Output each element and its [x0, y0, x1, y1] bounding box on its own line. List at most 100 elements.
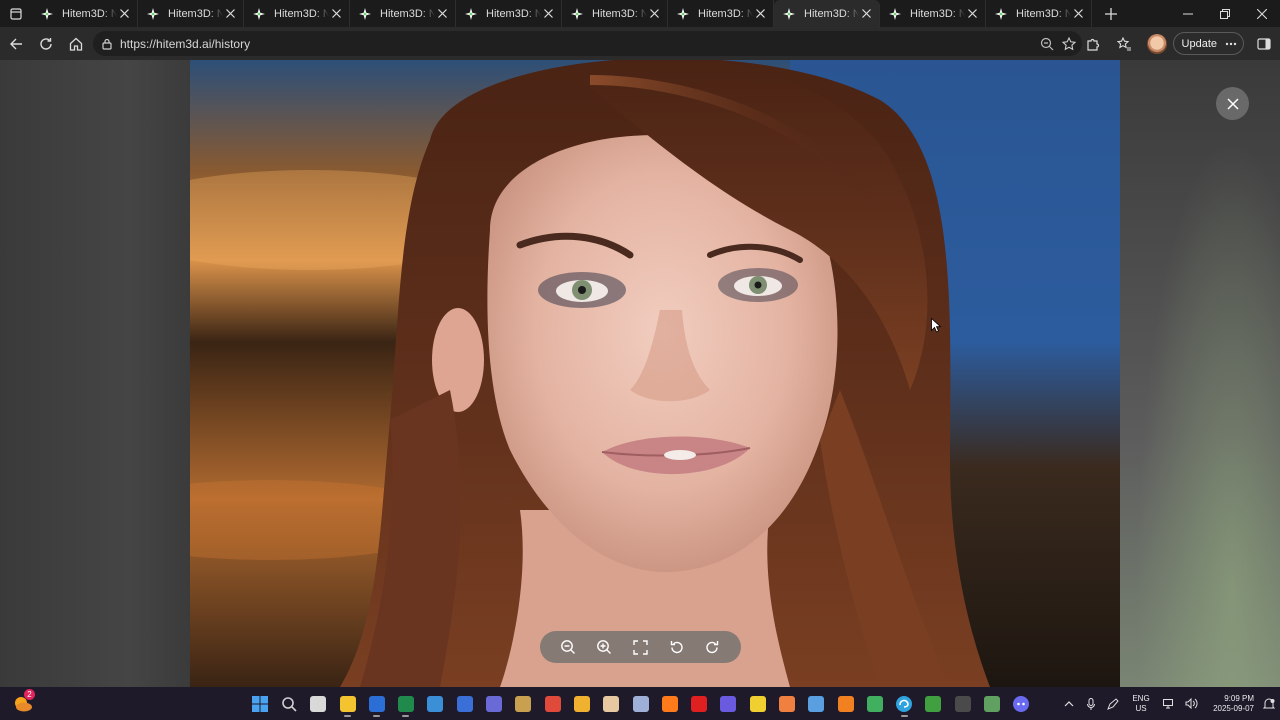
- update-button[interactable]: Update: [1172, 32, 1244, 55]
- tab-close-button[interactable]: [435, 7, 449, 21]
- rotate-right-button[interactable]: [700, 634, 726, 660]
- favorites-button[interactable]: [1109, 27, 1141, 60]
- language-indicator[interactable]: ENG US: [1124, 694, 1158, 714]
- minimize-button[interactable]: [1169, 0, 1206, 27]
- tab-close-button[interactable]: [753, 7, 767, 21]
- microphone-button[interactable]: [1080, 687, 1102, 720]
- taskbar-app-discord[interactable]: [1007, 690, 1036, 717]
- network-button[interactable]: [1158, 687, 1180, 720]
- taskbar-app-downloader[interactable]: [450, 690, 479, 717]
- tab-list: Hitem3D: Next Hitem3D: Next Hitem3D: Next H…: [32, 0, 1092, 27]
- refresh-button[interactable]: [31, 30, 60, 58]
- address-url[interactable]: https://hitem3d.ai/history: [120, 37, 250, 51]
- zoom-icon[interactable]: [1040, 37, 1054, 51]
- notifications-button[interactable]: [1258, 687, 1280, 720]
- taskbar-app-notepad[interactable]: [626, 690, 655, 717]
- taskbar-app-app-news[interactable]: [479, 690, 508, 717]
- fullscreen-button[interactable]: [627, 634, 653, 660]
- star-icon[interactable]: [1062, 36, 1076, 51]
- taskbar-app-edge[interactable]: [890, 690, 919, 717]
- browser-tab[interactable]: Hitem3D: Next: [456, 0, 562, 27]
- word-icon: [368, 695, 385, 712]
- taskbar-app-search[interactable]: [274, 690, 303, 717]
- tab-title: Hitem3D: Next: [168, 7, 223, 20]
- tab-close-button[interactable]: [859, 7, 873, 21]
- tab-close-button[interactable]: [1071, 7, 1085, 21]
- close-window-button[interactable]: [1243, 0, 1280, 27]
- edge-icon: [896, 695, 913, 712]
- browser-tab[interactable]: Hitem3D: Next: [562, 0, 668, 27]
- taskbar-app-app-green-doc[interactable]: [919, 690, 948, 717]
- browser-tab[interactable]: Hitem3D: Next: [668, 0, 774, 27]
- taskbar-app-word[interactable]: [362, 690, 391, 717]
- taskbar-app-start[interactable]: [245, 690, 274, 717]
- windows-start-icon: [251, 695, 268, 712]
- volume-button[interactable]: [1180, 687, 1202, 720]
- language-code: ENG: [1132, 693, 1150, 703]
- taskbar-app-app-edit[interactable]: [860, 690, 889, 717]
- taskbar-app-app-parrot[interactable]: [772, 690, 801, 717]
- app-edit-icon: [866, 695, 883, 712]
- lock-icon[interactable]: [101, 38, 113, 50]
- taskbar-app-app-blue[interactable]: [421, 690, 450, 717]
- close-preview-button[interactable]: [1216, 87, 1249, 120]
- browser-tab[interactable]: Hitem3D: Next: [986, 0, 1092, 27]
- tab-close-button[interactable]: [117, 7, 131, 21]
- back-button[interactable]: [1, 30, 30, 58]
- volume-icon: [1185, 698, 1197, 709]
- browser-tab[interactable]: Hitem3D: Next: [244, 0, 350, 27]
- show-hidden-icons-button[interactable]: [1058, 687, 1080, 720]
- browser-tab[interactable]: Hitem3D: Next: [350, 0, 456, 27]
- tab-close-button[interactable]: [223, 7, 237, 21]
- tab-close-button[interactable]: [329, 7, 343, 21]
- sidebar-icon: [1257, 37, 1271, 50]
- clock[interactable]: 9:09 PM 2025-09-07: [1202, 694, 1254, 714]
- url-path: /history: [211, 36, 251, 51]
- address-bar[interactable]: https://hitem3d.ai/history: [93, 31, 1082, 56]
- browser-tab[interactable]: Hitem3D: Next: [32, 0, 138, 27]
- weather-widget[interactable]: 2: [12, 689, 35, 714]
- profile-avatar[interactable]: [1146, 33, 1167, 54]
- restore-button[interactable]: [1206, 0, 1243, 27]
- app-tools-icon: [515, 695, 532, 712]
- tab-close-button[interactable]: [965, 7, 979, 21]
- app-green-doc-icon: [925, 695, 942, 712]
- browser-tab[interactable]: Hitem3D: Next: [774, 0, 880, 27]
- zoom-out-button[interactable]: [555, 634, 581, 660]
- extensions-button[interactable]: [1077, 27, 1109, 60]
- taskbar-app-app-tools[interactable]: [509, 690, 538, 717]
- taskbar-app-app-grid[interactable]: [538, 690, 567, 717]
- discord-icon: [1013, 695, 1030, 712]
- tab-actions-menu[interactable]: [0, 0, 32, 27]
- taskbar-app-app-hat[interactable]: [977, 690, 1006, 717]
- taskbar-app-task-view[interactable]: [304, 690, 333, 717]
- tab-actions-icon: [10, 7, 22, 20]
- browser-tab[interactable]: Hitem3D: Next: [880, 0, 986, 27]
- toolbar-right: Update: [1077, 27, 1280, 60]
- file-explorer-icon: [339, 695, 356, 712]
- tab-close-button[interactable]: [541, 7, 555, 21]
- tab-title: Hitem3D: Next: [1016, 7, 1071, 20]
- taskbar-app-file-explorer[interactable]: [333, 690, 362, 717]
- tab-close-button[interactable]: [647, 7, 661, 21]
- new-tab-button[interactable]: [1096, 0, 1126, 27]
- taskbar-app-terminal[interactable]: [948, 690, 977, 717]
- taskbar-app-app-orange[interactable]: [655, 690, 684, 717]
- taskbar-app-app-yellow[interactable]: [567, 690, 596, 717]
- sidebar-toggle-button[interactable]: [1248, 27, 1280, 60]
- taskbar-app-app-shield[interactable]: [714, 690, 743, 717]
- pen-button[interactable]: [1102, 687, 1124, 720]
- home-button[interactable]: [61, 30, 90, 58]
- taskbar-app-app-blender[interactable]: [831, 690, 860, 717]
- browser-tab[interactable]: Hitem3D: Next: [138, 0, 244, 27]
- restore-icon: [1219, 8, 1230, 19]
- zoom-in-button[interactable]: [591, 634, 617, 660]
- app-blender-icon: [837, 695, 854, 712]
- taskbar-app-app-photo[interactable]: [597, 690, 626, 717]
- taskbar-app-excel[interactable]: [391, 690, 420, 717]
- rotate-left-button[interactable]: [664, 634, 690, 660]
- taskbar-app-app-gear[interactable]: [802, 690, 831, 717]
- taskbar-app-app-red[interactable]: [684, 690, 713, 717]
- taskbar-app-app-sticky[interactable]: [743, 690, 772, 717]
- hitem3d-favicon-icon: [40, 7, 54, 21]
